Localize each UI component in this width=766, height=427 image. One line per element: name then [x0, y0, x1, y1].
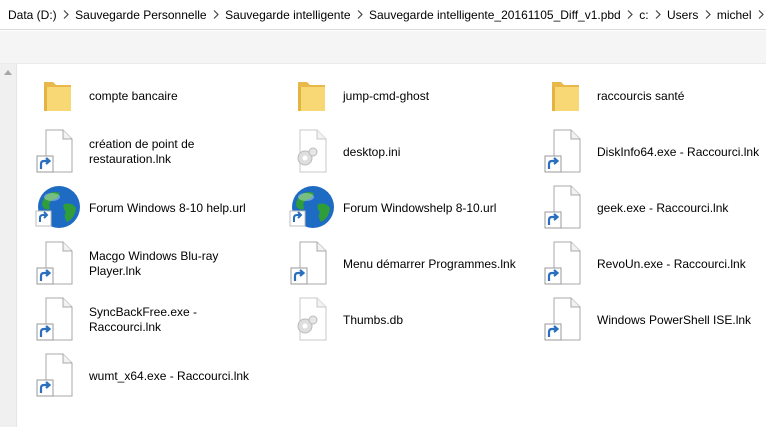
file-name-label: Menu démarrer Programmes.lnk: [343, 256, 516, 271]
command-bar: [0, 31, 766, 64]
shortcut-icon: [34, 352, 82, 400]
file-item[interactable]: jump-cmd-ghost: [288, 69, 538, 123]
breadcrumb-c-drive[interactable]: c:: [635, 4, 652, 26]
folder-icon: [288, 72, 336, 120]
file-item[interactable]: Windows PowerShell ISE.lnk: [542, 293, 766, 347]
file-name-label: Windows PowerShell ISE.lnk: [597, 312, 752, 327]
file-item[interactable]: desktop.ini: [288, 125, 538, 179]
file-name-label: Thumbs.db: [343, 312, 404, 327]
file-view[interactable]: compte bancaire jump-cmd-ghost raccourcis …: [0, 64, 766, 427]
file-name-label: SyncBackFree.exe - Raccourci.lnk: [89, 305, 198, 334]
chevron-right-icon[interactable]: [355, 4, 365, 26]
breadcrumb-sauvegarde-intelligente[interactable]: Sauvegarde intelligente: [221, 4, 354, 26]
file-name-label: jump-cmd-ghost: [343, 88, 430, 103]
shortcut-icon: [542, 184, 590, 232]
file-item[interactable]: SyncBackFree.exe - Raccourci.lnk: [34, 293, 284, 347]
chevron-right-icon[interactable]: [61, 4, 71, 26]
file-item[interactable]: DiskInfo64.exe - Raccourci.lnk: [542, 125, 766, 179]
address-bar[interactable]: Data (D:) Sauvegarde Personnelle Sauvega…: [0, 0, 766, 30]
chevron-right-icon[interactable]: [211, 4, 221, 26]
file-name-label: création de point de restauration.lnk: [89, 137, 195, 166]
scrollbar[interactable]: [0, 64, 17, 427]
chevron-right-icon[interactable]: [625, 4, 635, 26]
breadcrumb-michel[interactable]: michel: [713, 4, 756, 26]
globe-icon: [34, 184, 82, 232]
chevron-right-icon[interactable]: [756, 4, 766, 26]
settings-file-icon: [288, 128, 336, 176]
file-item[interactable]: geek.exe - Raccourci.lnk: [542, 181, 766, 235]
shortcut-icon: [34, 128, 82, 176]
file-name-label: desktop.ini: [343, 144, 401, 159]
chevron-right-icon[interactable]: [702, 4, 712, 26]
globe-icon: [288, 184, 336, 232]
file-item[interactable]: Forum Windows 8-10 help.url: [34, 181, 284, 235]
scroll-up-arrow-icon[interactable]: [4, 70, 12, 75]
file-name-label: Forum Windows 8-10 help.url: [89, 200, 246, 215]
file-name-label: wumt_x64.exe - Raccourci.lnk: [89, 368, 250, 383]
breadcrumb-sauvegarde-personnelle[interactable]: Sauvegarde Personnelle: [71, 4, 210, 26]
file-item[interactable]: raccourcis santé: [542, 69, 766, 123]
file-name-label: Forum Windowshelp 8-10.url: [343, 200, 497, 215]
shortcut-icon: [34, 296, 82, 344]
shortcut-icon: [542, 240, 590, 288]
file-item[interactable]: Menu démarrer Programmes.lnk: [288, 237, 538, 291]
file-item[interactable]: compte bancaire: [34, 69, 284, 123]
file-item[interactable]: Thumbs.db: [288, 293, 538, 347]
shortcut-icon: [288, 240, 336, 288]
chevron-right-icon[interactable]: [653, 4, 663, 26]
breadcrumb-data-drive[interactable]: Data (D:): [4, 4, 61, 26]
folder-icon: [542, 72, 590, 120]
file-name-label: DiskInfo64.exe - Raccourci.lnk: [597, 144, 760, 159]
breadcrumb-backup-archive[interactable]: Sauvegarde intelligente_20161105_Diff_v1…: [365, 4, 625, 26]
file-item[interactable]: RevoUn.exe - Raccourci.lnk: [542, 237, 766, 291]
folder-icon: [34, 72, 82, 120]
file-name-label: compte bancaire: [89, 88, 178, 103]
breadcrumb-users[interactable]: Users: [663, 4, 702, 26]
file-name-label: geek.exe - Raccourci.lnk: [597, 200, 729, 215]
shortcut-icon: [542, 128, 590, 176]
file-item[interactable]: Macgo Windows Blu-ray Player.lnk: [34, 237, 284, 291]
settings-file-icon: [288, 296, 336, 344]
file-item[interactable]: Forum Windowshelp 8-10.url: [288, 181, 538, 235]
file-name-label: Macgo Windows Blu-ray Player.lnk: [89, 249, 219, 278]
file-item[interactable]: création de point de restauration.lnk: [34, 125, 284, 179]
file-item[interactable]: wumt_x64.exe - Raccourci.lnk: [34, 349, 284, 403]
file-name-label: raccourcis santé: [597, 88, 685, 103]
shortcut-icon: [34, 240, 82, 288]
file-name-label: RevoUn.exe - Raccourci.lnk: [597, 256, 746, 271]
shortcut-icon: [542, 296, 590, 344]
